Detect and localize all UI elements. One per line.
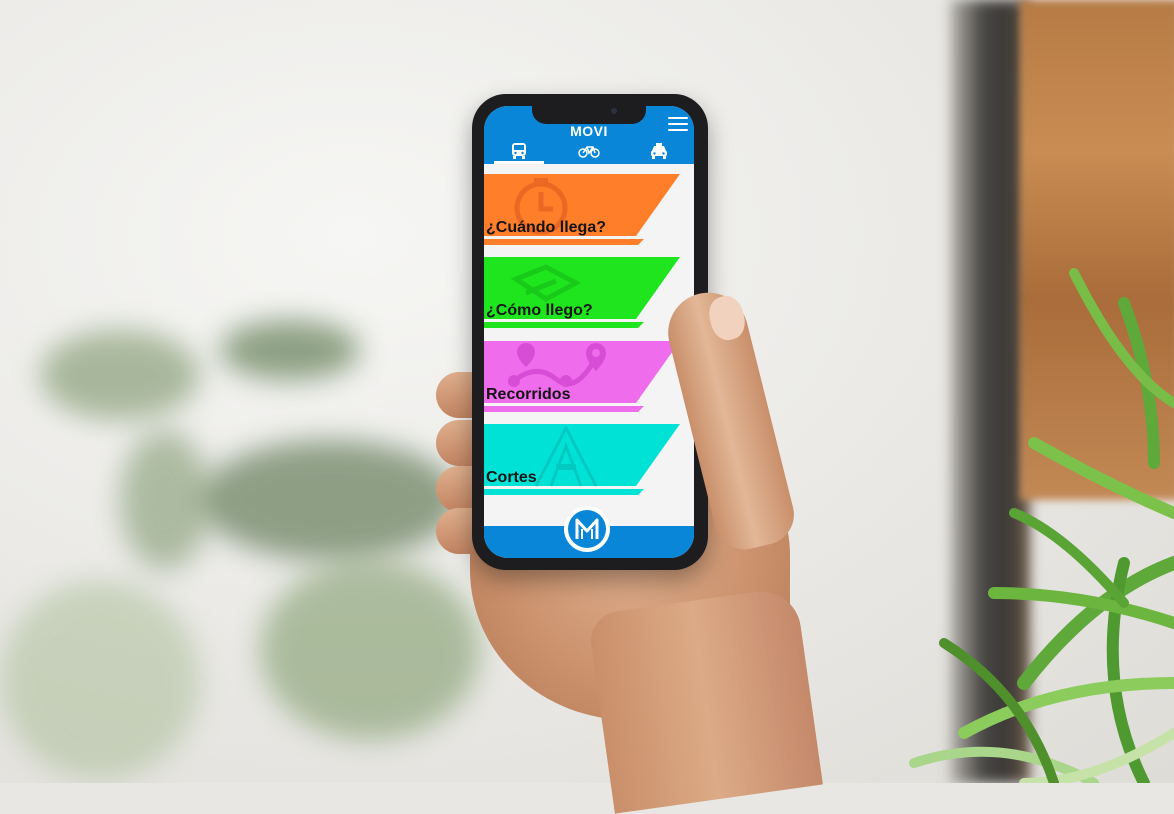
blurred-plant — [220, 320, 360, 380]
phone-notch — [532, 104, 646, 124]
bicycle-icon — [578, 146, 600, 158]
palm-plant — [909, 268, 1174, 783]
card-stripe — [484, 239, 644, 245]
app-title: MOVI — [570, 123, 608, 139]
movi-logo-button[interactable] — [564, 506, 610, 552]
blurred-plant — [120, 430, 210, 570]
m-logo-icon — [575, 518, 599, 539]
menu-card-label: ¿Cuándo llega? — [486, 219, 606, 236]
hamburger-menu-button[interactable] — [668, 117, 688, 133]
menu-card-como-llego[interactable]: ¿Cómo llego? — [484, 257, 694, 329]
menu-icon-line — [668, 129, 688, 131]
app-screen: MOVI ¿Cuándo llega? ¿Cómo llego? Recorri… — [484, 106, 694, 558]
tab-bike[interactable] — [554, 138, 624, 164]
movi-logo-icon — [568, 510, 606, 548]
blurred-plant — [0, 580, 200, 780]
bus-icon — [512, 143, 526, 159]
menu-card-cuando-llega[interactable]: ¿Cuándo llega? — [484, 174, 694, 246]
front-camera — [611, 108, 617, 114]
menu-card-label: Recorridos — [486, 386, 571, 403]
menu-card-label: ¿Cómo llego? — [486, 302, 593, 319]
taxi-icon — [651, 143, 667, 159]
card-stripe — [484, 322, 644, 328]
card-stripe — [484, 406, 644, 412]
card-stripe — [484, 489, 644, 495]
menu-card-recorridos[interactable]: Recorridos — [484, 341, 694, 413]
menu-icon-line — [668, 117, 688, 119]
menu-icon-line — [668, 123, 688, 125]
tab-taxi[interactable] — [624, 138, 694, 164]
transport-tabs — [484, 138, 694, 164]
hand-wrist — [587, 586, 823, 814]
blurred-plant — [260, 560, 480, 740]
menu-card-label: Cortes — [486, 469, 537, 486]
menu-card-cortes[interactable]: Cortes — [484, 424, 694, 496]
tab-bus[interactable] — [484, 138, 554, 164]
blurred-plant — [40, 330, 200, 420]
blurred-plant — [200, 440, 460, 560]
